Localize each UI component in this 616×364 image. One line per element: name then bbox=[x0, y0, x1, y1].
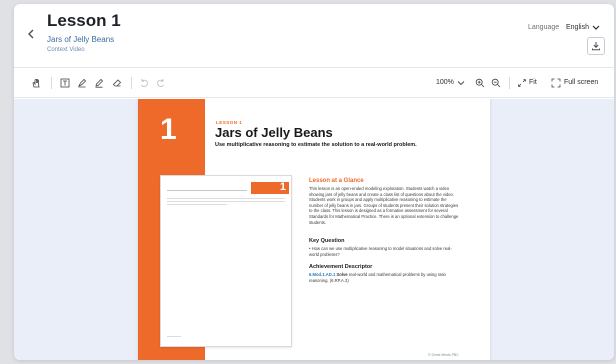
document-subtitle: Use multiplicative reasoning to estimate… bbox=[215, 142, 417, 148]
lesson-subtitle[interactable]: Jars of Jelly Beans bbox=[47, 35, 114, 44]
lesson-number: 1 bbox=[160, 113, 177, 146]
undo-icon bbox=[141, 79, 148, 87]
document-page: 1 LESSON 1 Jars of Jelly Beans Use multi… bbox=[138, 99, 490, 360]
text-box-tool-button[interactable] bbox=[59, 77, 71, 89]
descriptor-text: 6.Mod.1.AD.1 Solve real-world and mathem… bbox=[309, 272, 459, 283]
document-viewer[interactable]: 1 LESSON 1 Jars of Jelly Beans Use multi… bbox=[14, 99, 614, 360]
page-title: Lesson 1 bbox=[47, 11, 121, 30]
glance-heading: Lesson at a Glance bbox=[309, 178, 364, 184]
zoom-chevron-down-icon[interactable] bbox=[455, 77, 467, 89]
descriptor-verb: Solve bbox=[336, 272, 348, 277]
thumbnail-line bbox=[167, 336, 181, 337]
toolbar-divider bbox=[509, 77, 510, 89]
thumbnail-line bbox=[167, 198, 285, 199]
chevron-down-icon[interactable] bbox=[592, 23, 600, 33]
descriptor-heading: Achievement Descriptor bbox=[309, 264, 373, 270]
highlighter-icon bbox=[78, 78, 87, 88]
redo-button[interactable] bbox=[155, 77, 167, 89]
redo-icon bbox=[157, 79, 164, 87]
lesson-panel: Lesson 1 Jars of Jelly Beans Context Vid… bbox=[14, 4, 614, 360]
descriptor-code: 6.Mod.1.AD.1 bbox=[309, 272, 336, 277]
lesson-header: Lesson 1 Jars of Jelly Beans Context Vid… bbox=[14, 4, 614, 68]
page-footer: © Great Minds PBC bbox=[428, 353, 459, 357]
zoom-out-icon bbox=[491, 78, 501, 88]
hand-icon bbox=[32, 79, 40, 88]
chevron-left-icon bbox=[28, 29, 34, 39]
zoom-in-button[interactable] bbox=[474, 77, 486, 89]
highlighter-tool-button[interactable] bbox=[76, 77, 88, 89]
thumbnail-line bbox=[167, 204, 227, 205]
annotation-toolbar: 100% Fit Full screen bbox=[14, 68, 614, 98]
zoom-select[interactable]: 100% bbox=[436, 79, 454, 86]
undo-button[interactable] bbox=[138, 77, 150, 89]
glance-text: This lesson is an open-ended modeling ex… bbox=[309, 186, 459, 225]
text-box-icon bbox=[60, 78, 70, 88]
eraser-icon bbox=[112, 79, 122, 87]
thumbnail-line bbox=[167, 190, 247, 191]
language-select[interactable]: English bbox=[566, 24, 589, 31]
thumbnail-lesson-number: 1 bbox=[279, 181, 286, 193]
hand-tool-button[interactable] bbox=[30, 77, 42, 89]
toolbar-divider bbox=[131, 77, 132, 89]
back-button[interactable] bbox=[24, 26, 38, 42]
pen-icon bbox=[95, 78, 104, 88]
toolbar-divider bbox=[51, 77, 52, 89]
student-page-thumbnail: 1 bbox=[160, 175, 292, 347]
full-screen-button[interactable] bbox=[550, 77, 562, 89]
download-icon bbox=[592, 42, 600, 51]
pen-tool-button[interactable] bbox=[93, 77, 105, 89]
thumbnail-badge: 1 bbox=[251, 181, 289, 194]
download-button[interactable] bbox=[587, 37, 605, 55]
fit-button[interactable] bbox=[516, 77, 528, 89]
key-question-heading: Key Question bbox=[309, 238, 345, 244]
context-video-link[interactable]: Context Video bbox=[47, 47, 85, 53]
full-screen-icon bbox=[551, 78, 561, 88]
thumbnail-line bbox=[167, 201, 285, 202]
key-question-text: • How can we use multiplicative reasonin… bbox=[309, 246, 452, 257]
document-title: Jars of Jelly Beans bbox=[215, 125, 333, 140]
fit-label[interactable]: Fit bbox=[529, 79, 537, 86]
full-screen-label[interactable]: Full screen bbox=[564, 79, 598, 86]
zoom-in-icon bbox=[475, 78, 485, 88]
eraser-tool-button[interactable] bbox=[111, 77, 123, 89]
zoom-out-button[interactable] bbox=[490, 77, 502, 89]
language-label: Language bbox=[528, 24, 560, 31]
fit-icon bbox=[518, 79, 526, 87]
